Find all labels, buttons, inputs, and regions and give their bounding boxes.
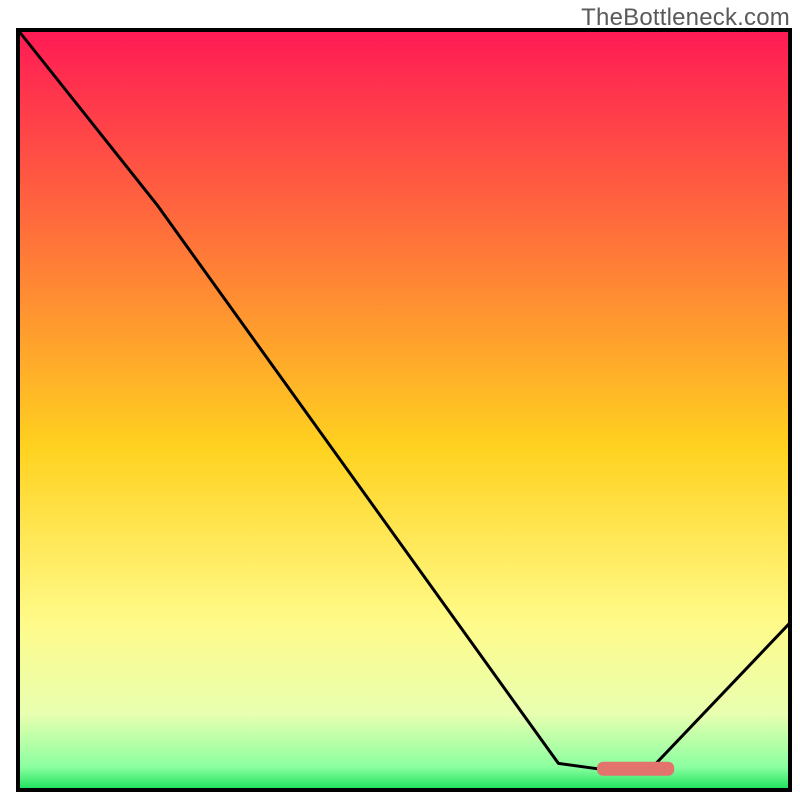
plot-background xyxy=(18,30,790,790)
chart-container: TheBottleneck.com xyxy=(0,0,800,800)
watermark-text: TheBottleneck.com xyxy=(581,4,790,32)
plateau-marker xyxy=(597,762,674,776)
bottleneck-chart xyxy=(0,0,800,800)
